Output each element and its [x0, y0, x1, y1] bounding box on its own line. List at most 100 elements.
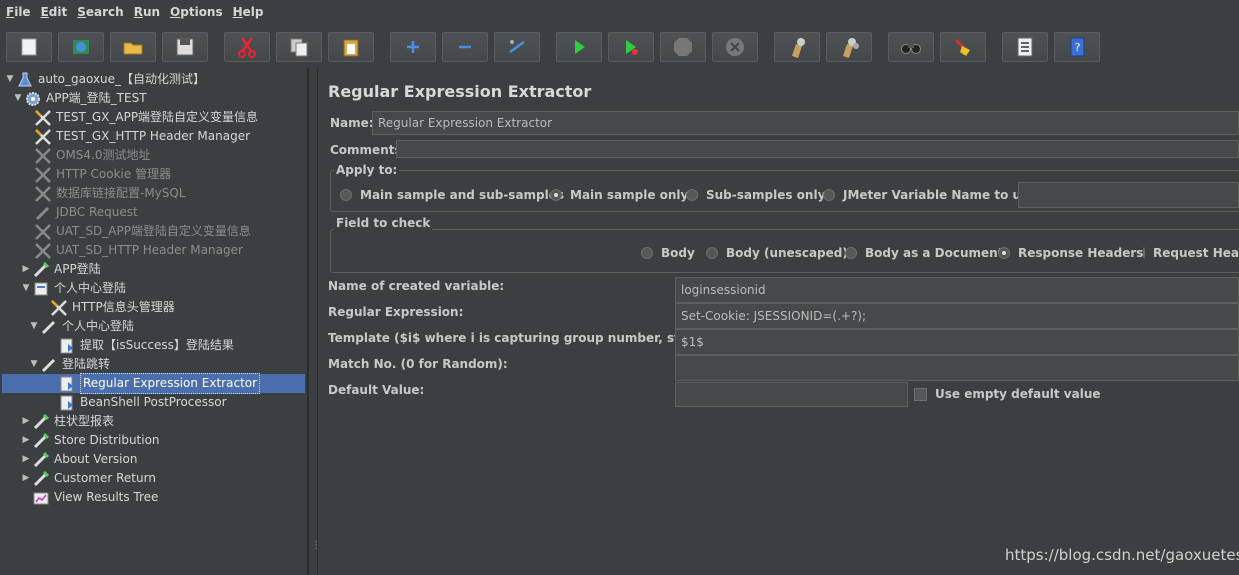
checkbox-label: Use empty default value — [935, 387, 1101, 401]
tree-item-extractor[interactable]: 提取【isSuccess】登陆结果 — [46, 336, 234, 355]
variable-name-input[interactable]: loginsessionid — [675, 277, 1239, 303]
tree-item-config[interactable]: TEST_GX_APP端登陆自定义变量信息 — [22, 108, 258, 127]
match-number-input[interactable] — [675, 355, 1239, 381]
new-button[interactable] — [6, 32, 52, 62]
menu-options[interactable]: Options — [170, 5, 223, 19]
radio-dot — [845, 247, 857, 259]
open-button[interactable] — [110, 32, 156, 62]
page-title: Regular Expression Extractor — [328, 82, 592, 101]
copy-button[interactable] — [276, 32, 322, 62]
field-to-check-title: Field to check — [334, 216, 433, 230]
default-value-input[interactable] — [675, 382, 908, 407]
tree-item-config-disabled[interactable]: UAT_SD_HTTP Header Manager — [22, 241, 243, 260]
gear-icon — [26, 91, 40, 106]
wrench-screwdriver-icon — [51, 299, 67, 316]
radio-body-as-document[interactable]: Body as a Document — [845, 246, 1003, 260]
shutdown-button[interactable] — [712, 32, 758, 62]
radio-body-unescaped[interactable]: Body (unescaped) — [706, 246, 848, 260]
search-button[interactable] — [888, 32, 934, 62]
clear-button[interactable] — [774, 32, 820, 62]
radio-main-and-sub[interactable]: Main sample and sub-samples — [340, 188, 564, 202]
collapse-all-button[interactable] — [442, 32, 488, 62]
post-processor-icon — [60, 376, 73, 391]
paste-button[interactable] — [328, 32, 374, 62]
tree-item-config-disabled[interactable]: 数据库链接配置-MySQL — [22, 184, 186, 203]
comments-field[interactable] — [396, 140, 1239, 158]
play-no-timers-icon — [626, 40, 638, 55]
wrench-screwdriver-icon — [35, 166, 51, 183]
expand-all-button[interactable] — [390, 32, 436, 62]
radio-label: Body as a Document — [865, 246, 1004, 260]
help-button[interactable]: ? — [1054, 32, 1100, 62]
menu-edit[interactable]: Edit — [41, 5, 68, 19]
pipette-icon — [33, 470, 50, 486]
tree-item-test-plan[interactable]: ▼ auto_gaoxue_【自动化测试】 — [4, 70, 205, 89]
variable-name-label: Name of created variable: — [328, 279, 505, 293]
radio-dot-selected — [998, 247, 1010, 259]
radio-sub-only[interactable]: Sub-samples only — [686, 188, 825, 202]
templates-button[interactable] — [58, 32, 104, 62]
tree-item-sampler[interactable]: ▼ 个人中心登陆 — [28, 317, 134, 336]
start-button[interactable] — [556, 32, 602, 62]
match-number-label: Match No. (0 for Random): — [328, 357, 508, 371]
radio-main-only[interactable]: Main sample only — [550, 188, 688, 202]
tree-item-sampler[interactable]: ▶ Store Distribution — [20, 431, 160, 450]
start-no-pauses-button[interactable] — [608, 32, 654, 62]
save-button[interactable] — [162, 32, 208, 62]
folder-open-icon — [123, 42, 143, 55]
radio-request-headers[interactable]: Request Heade — [1143, 246, 1239, 260]
menu-run[interactable]: Run — [134, 5, 160, 19]
tree-item-sampler[interactable]: ▶ 柱状型报表 — [20, 412, 114, 431]
radio-label: Response Headers — [1018, 246, 1144, 260]
name-field[interactable]: Regular Expression Extractor — [372, 111, 1239, 135]
tree-item-header-manager[interactable]: HTTP信息头管理器 — [38, 298, 175, 317]
radio-label: Body (unescaped) — [726, 246, 848, 260]
post-processor-icon — [60, 338, 73, 353]
radio-label: JMeter Variable Name to use — [843, 188, 1037, 202]
tree-item-thread-group[interactable]: ▼ APP端_登陆_TEST — [12, 89, 147, 108]
radio-label: Sub-samples only — [706, 188, 826, 202]
use-empty-default-checkbox[interactable]: Use empty default value — [914, 387, 1101, 401]
tree-item-config-disabled[interactable]: HTTP Cookie 管理器 — [22, 165, 171, 184]
menu-file[interactable]: File — [6, 5, 31, 19]
toggle-button[interactable] — [494, 32, 540, 62]
templates-icon — [73, 40, 89, 54]
function-helper-button[interactable] — [1002, 32, 1048, 62]
test-plan-tree[interactable]: ▼ auto_gaoxue_【自动化测试】 ▼ APP端_登陆_TEST TEST_… — [0, 68, 308, 575]
tree-item-config-disabled[interactable]: OMS4.0测试地址 — [22, 146, 151, 165]
reset-search-button[interactable] — [940, 32, 986, 62]
tree-item-config-disabled[interactable]: UAT_SD_APP端登陆自定义变量信息 — [22, 222, 251, 241]
menu-help[interactable]: Help — [233, 5, 264, 19]
tree-item-sampler[interactable]: ▼ 登陆跳转 — [28, 355, 110, 374]
jmeter-variable-input[interactable] — [1018, 182, 1239, 208]
radio-jmeter-variable[interactable]: JMeter Variable Name to use — [823, 188, 1036, 202]
template-input[interactable]: $1$ — [675, 329, 1239, 355]
default-value-label: Default Value: — [328, 383, 425, 397]
radio-dot — [1143, 247, 1145, 259]
tree-item-sampler[interactable]: ▶ About Version — [20, 450, 137, 469]
checkbox-box — [914, 387, 927, 401]
menu-search[interactable]: Search — [77, 5, 123, 19]
tree-item-transaction[interactable]: ▼ 个人中心登陆 — [20, 279, 126, 298]
watermark-text: https://blog.csdn.net/gaoxuetest — [1005, 546, 1239, 564]
tree-item-listener[interactable]: View Results Tree — [20, 488, 158, 507]
regex-input[interactable]: Set-Cookie: JSESSIONID=(.+?); — [675, 303, 1239, 329]
radio-response-headers[interactable]: Response Headers — [998, 246, 1143, 260]
tree-item-sampler[interactable]: ▶ Customer Return — [20, 469, 156, 488]
radio-body[interactable]: Body — [641, 246, 695, 260]
cut-button[interactable] — [224, 32, 270, 62]
scissors-icon — [238, 37, 256, 58]
radio-label: Body — [661, 246, 695, 260]
apply-to-title: Apply to: — [334, 163, 400, 177]
tree-item-sampler[interactable]: ▶ APP登陆 — [20, 260, 101, 279]
pipette-icon — [33, 451, 50, 467]
comments-label: Comments: — [330, 143, 407, 157]
tree-item-config[interactable]: TEST_GX_HTTP Header Manager — [22, 127, 250, 146]
tree-item-regex-extractor-selected[interactable]: Regular Expression Extractor — [46, 373, 261, 394]
tree-item-beanshell[interactable]: BeanShell PostProcessor — [46, 393, 227, 412]
split-pane-divider[interactable] — [308, 68, 318, 575]
stop-button[interactable] — [660, 32, 706, 62]
radio-label: Request Heade — [1153, 246, 1239, 260]
clear-all-button[interactable] — [826, 32, 872, 62]
tree-item-sampler-disabled[interactable]: JDBC Request — [22, 203, 138, 222]
